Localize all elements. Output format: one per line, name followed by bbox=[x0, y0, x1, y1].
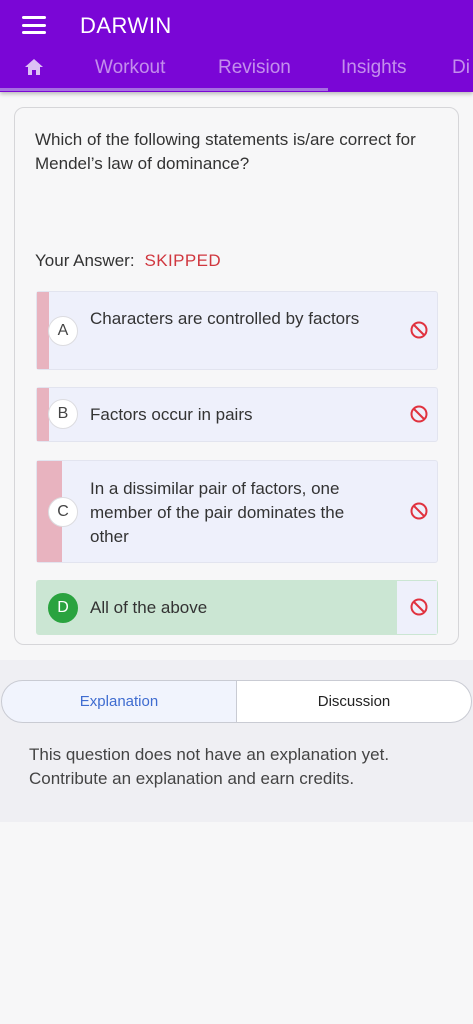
option-letter: A bbox=[48, 316, 78, 346]
blocked-icon bbox=[410, 405, 428, 423]
option-a[interactable]: A Characters are controlled by factors bbox=[36, 291, 438, 370]
option-b[interactable]: B Factors occur in pairs bbox=[36, 387, 438, 442]
your-answer-label: Your Answer: bbox=[35, 251, 135, 270]
tab-indicator bbox=[0, 88, 328, 91]
option-text: All of the above bbox=[90, 598, 208, 617]
option-letter: D bbox=[48, 593, 78, 623]
tab-discussion[interactable]: Discussion bbox=[236, 680, 472, 723]
blocked-icon bbox=[410, 321, 428, 339]
question-card: Which of the following statements is/are… bbox=[14, 107, 459, 645]
explanation-panel: Explanation Discussion This question doe… bbox=[0, 660, 473, 822]
tab-revision[interactable]: Revision bbox=[218, 57, 291, 79]
app-title: DARWIN bbox=[80, 13, 172, 38]
option-c[interactable]: C In a dissimilar pair of factors, one m… bbox=[36, 460, 438, 563]
tab-bar: Workout Revision Insights Di bbox=[0, 50, 473, 90]
home-icon[interactable] bbox=[24, 58, 44, 76]
app-bar: DARWIN Workout Revision Insights Di bbox=[0, 0, 473, 92]
explanation-text: This question does not have an explanati… bbox=[29, 745, 390, 788]
option-text: Characters are controlled by factors bbox=[90, 309, 360, 328]
blocked-icon bbox=[410, 502, 428, 520]
option-letter: B bbox=[48, 399, 78, 429]
hamburger-menu-icon[interactable] bbox=[22, 16, 46, 34]
option-letter: C bbox=[48, 497, 78, 527]
option-text: Factors occur in pairs bbox=[90, 405, 253, 424]
question-text: Which of the following statements is/are… bbox=[35, 130, 416, 173]
tab-insights[interactable]: Insights bbox=[341, 57, 406, 79]
tab-explanation[interactable]: Explanation bbox=[1, 680, 237, 723]
tab-more[interactable]: Di bbox=[452, 57, 470, 79]
option-text: In a dissimilar pair of factors, one mem… bbox=[90, 479, 345, 546]
answer-status: SKIPPED bbox=[144, 251, 222, 270]
blocked-icon bbox=[410, 598, 428, 616]
tab-workout[interactable]: Workout bbox=[95, 57, 165, 79]
option-d[interactable]: D All of the above bbox=[36, 580, 438, 635]
your-answer-row: Your Answer: SKIPPED bbox=[35, 251, 221, 271]
